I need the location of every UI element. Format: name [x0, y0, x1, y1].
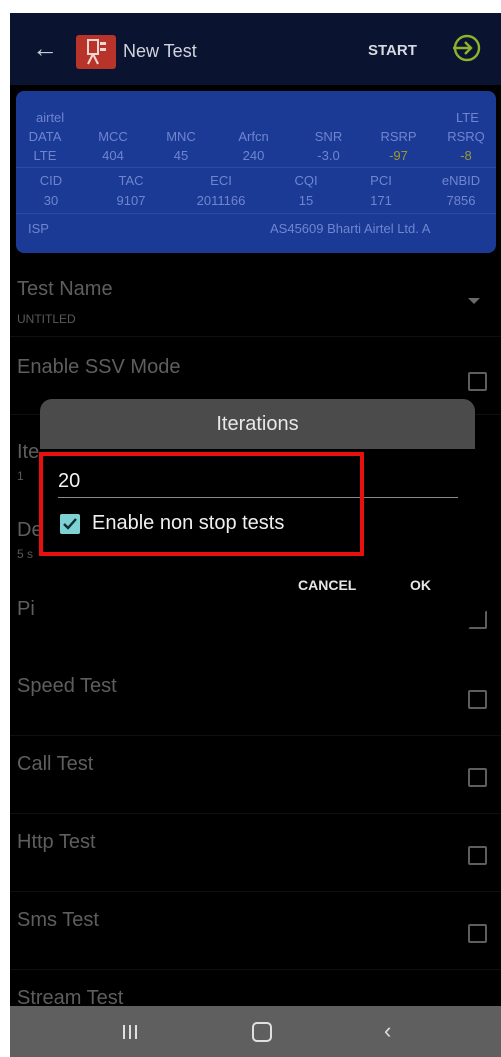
call-test-checkbox[interactable] — [468, 768, 487, 787]
rsrq-value: -8 — [460, 148, 472, 163]
ping-label: Pi — [17, 598, 35, 620]
info-value: 30 — [43, 193, 59, 208]
info-value: LTE — [33, 148, 57, 163]
info-value: -3.0 — [317, 148, 340, 163]
nonstop-tests-checkbox[interactable] — [60, 514, 80, 534]
iterations-value: 1 — [17, 469, 24, 483]
isp-value: AS45609 Bharti Airtel Ltd. A — [270, 221, 431, 236]
operator-label: airtel — [36, 110, 65, 125]
info-header: DATA — [28, 129, 62, 144]
sms-test-label: Sms Test — [17, 909, 99, 931]
phone-screen: ← New Test START airtel LTE DATA MCC MNC… — [10, 13, 501, 1057]
iterations-input[interactable] — [58, 465, 458, 498]
network-info-panel: airtel LTE DATA MCC MNC Arfcn SNR RSRP R… — [16, 91, 496, 253]
info-value: 240 — [242, 148, 265, 163]
info-value: 15 — [298, 193, 314, 208]
http-test-label: Http Test — [17, 831, 96, 853]
start-button[interactable]: START — [368, 42, 417, 59]
speed-test-row[interactable]: Speed Test — [10, 657, 501, 736]
tech-label: LTE — [456, 110, 479, 125]
rsrp-value: -97 — [389, 148, 408, 163]
dialog-title: Iterations — [40, 399, 475, 449]
app-logo-icon — [76, 35, 116, 69]
chevron-down-icon[interactable] — [468, 298, 480, 304]
divider — [16, 213, 496, 214]
info-header: ECI — [210, 173, 232, 188]
home-icon[interactable] — [252, 1022, 272, 1042]
info-header: CID — [39, 173, 63, 188]
info-header: Arfcn — [238, 129, 269, 144]
info-header: RSRP — [380, 129, 417, 144]
http-test-checkbox[interactable] — [468, 846, 487, 865]
info-value: 7856 — [446, 193, 476, 208]
test-name-value: UNTITLED — [17, 312, 76, 326]
system-nav-bar: ‹ — [10, 1006, 501, 1057]
sms-test-row[interactable]: Sms Test — [10, 891, 501, 970]
speed-test-checkbox[interactable] — [468, 690, 487, 709]
info-value: 404 — [102, 148, 124, 163]
test-name-row[interactable]: Test Name UNTITLED — [10, 258, 501, 337]
app-bar: ← New Test START — [10, 13, 501, 85]
circle-arrow-right-icon[interactable] — [450, 32, 482, 69]
speed-test-label: Speed Test — [17, 675, 117, 697]
ok-button[interactable]: OK — [410, 577, 431, 593]
info-header: CQI — [294, 173, 318, 188]
page-title: New Test — [123, 41, 197, 61]
info-header: TAC — [118, 173, 144, 188]
call-test-row[interactable]: Call Test — [10, 735, 501, 814]
info-header: RSRQ — [447, 129, 485, 144]
arrow-left-icon[interactable]: ← — [32, 33, 58, 64]
delay-label: De — [17, 519, 43, 541]
call-test-label: Call Test — [17, 753, 94, 775]
ssv-mode-checkbox[interactable] — [468, 372, 487, 391]
sms-test-checkbox[interactable] — [468, 924, 487, 943]
info-header: eNBID — [441, 173, 481, 188]
delay-value: 5 s — [17, 547, 34, 561]
iterations-label: Ite — [17, 441, 40, 463]
test-name-label: Test Name — [17, 278, 113, 300]
http-test-row[interactable]: Http Test — [10, 813, 501, 892]
info-value: 171 — [370, 193, 392, 208]
info-value: 45 — [173, 148, 189, 163]
divider — [16, 167, 496, 168]
cancel-button[interactable]: CANCEL — [298, 577, 356, 593]
info-header: MCC — [98, 129, 128, 144]
recents-icon[interactable] — [122, 1024, 138, 1045]
info-value: 9107 — [116, 193, 146, 208]
info-header: MNC — [166, 129, 196, 144]
info-header: SNR — [314, 129, 343, 144]
info-value: 2011166 — [196, 193, 246, 208]
back-icon[interactable]: ‹ — [384, 1018, 391, 1044]
isp-label: ISP — [28, 221, 49, 236]
ssv-mode-label: Enable SSV Mode — [17, 356, 181, 378]
info-header: PCI — [370, 173, 392, 188]
nonstop-tests-label: Enable non stop tests — [92, 512, 285, 534]
